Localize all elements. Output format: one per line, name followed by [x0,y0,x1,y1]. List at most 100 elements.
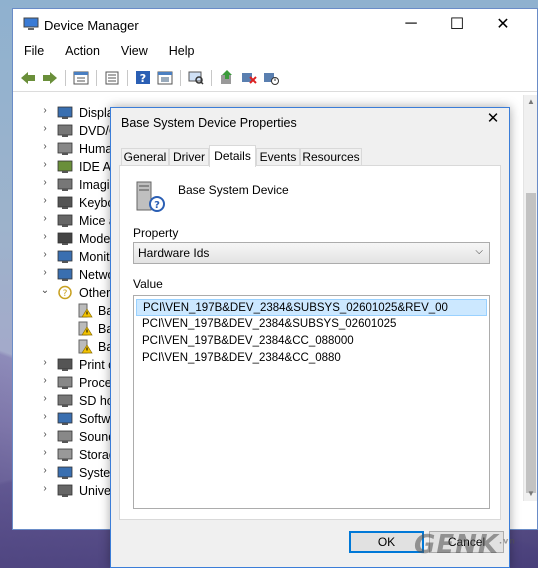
chevron-right-icon[interactable]: › [39,141,51,155]
tree-item[interactable]: Ba [13,302,121,320]
disable-icon[interactable] [262,69,280,86]
tree-item-label: SD ho [79,394,114,408]
value-list[interactable]: PCI\VEN_197B&DEV_2384&SUBSYS_02601025&RE… [133,295,490,509]
chevron-right-icon[interactable]: › [39,123,51,137]
device-category-icon [57,448,73,461]
chevron-right-icon[interactable]: › [39,411,51,425]
device-category-icon [57,232,73,245]
warning-device-icon [78,303,93,318]
menu-file[interactable]: File [13,41,54,63]
chevron-right-icon[interactable]: › [39,213,51,227]
tree-item[interactable]: › Proces [13,374,121,392]
tree-item[interactable]: › Huma [13,140,121,158]
dialog-close-button[interactable]: ✕ [481,109,505,131]
value-label: Value [133,277,163,291]
tab-details[interactable]: Details [209,145,256,167]
tree-item[interactable]: › Print c [13,356,121,374]
tree-item-label: Monit [79,250,110,264]
chevron-right-icon[interactable]: › [39,249,51,263]
tree-item[interactable]: › Monit [13,248,121,266]
chevron-right-icon[interactable]: › [39,267,51,281]
svg-text:?: ? [154,200,160,211]
menu-action[interactable]: Action [54,41,110,63]
chevron-right-icon[interactable]: › [39,195,51,209]
title-bar[interactable]: Device Manager ─ ☐ ✕ [13,9,537,41]
tree-item[interactable]: › Sound [13,428,121,446]
device-category-icon [57,214,73,227]
menu-view[interactable]: View [110,41,158,63]
tree-item[interactable]: › Netwo [13,266,121,284]
minimize-button[interactable]: ─ [388,9,434,39]
chevron-down-icon[interactable]: ⌄ [39,285,51,299]
tree-item[interactable]: ›Display adapters [13,104,121,122]
toolbar-separator [65,70,66,86]
warning-device-icon [78,321,93,336]
tree-item[interactable]: › Imagin [13,176,121,194]
chevron-right-icon[interactable]: › [39,429,51,443]
svg-text:?: ? [140,72,146,85]
property-dropdown[interactable]: Hardware Ids ⌵ [133,242,490,264]
tree-item[interactable]: › Syster [13,464,121,482]
update-driver-icon[interactable] [218,69,236,86]
device-category-icon [57,412,73,425]
list-item[interactable]: PCI\VEN_197B&DEV_2384&SUBSYS_02601025 [136,316,487,333]
chevron-right-icon[interactable]: › [39,231,51,245]
device-category-icon [57,160,73,173]
device-category-icon [57,196,73,209]
tree-item[interactable]: › Mice a [13,212,121,230]
base-system-device-icon: ? [136,181,165,212]
list-item[interactable]: PCI\VEN_197B&DEV_2384&CC_0880 [136,350,487,367]
chevron-right-icon[interactable]: › [39,375,51,389]
device-name: Base System Device [178,183,289,197]
tree-item[interactable]: › Univer [13,482,121,500]
tree-item[interactable]: › Keybo [13,194,121,212]
tree-item[interactable]: › IDE AT [13,158,121,176]
chevron-right-icon[interactable]: › [39,177,51,191]
show-hidden-icon[interactable] [156,69,174,86]
chevron-right-icon[interactable]: › [39,357,51,371]
tree-item[interactable]: › SD ho [13,392,121,410]
chevron-right-icon[interactable]: › [39,465,51,479]
properties-view-icon[interactable] [72,69,90,86]
forward-icon[interactable] [41,69,59,86]
scan-hardware-icon[interactable] [187,69,205,86]
device-category-icon [57,394,73,407]
device-category-icon [57,250,73,263]
chevron-right-icon[interactable]: › [39,105,51,119]
maximize-button[interactable]: ☐ [434,9,480,39]
vertical-scrollbar[interactable]: ▲ ▼ [523,95,537,501]
device-category-icon [57,430,73,443]
watermark-suffix: .vn [499,536,516,546]
list-item[interactable]: PCI\VEN_197B&DEV_2384&CC_088000 [136,333,487,350]
scrollbar-thumb[interactable] [526,193,536,493]
window-title: Device Manager [44,18,139,33]
device-category-icon [57,142,73,155]
tree-item[interactable]: Ba [13,338,121,356]
scroll-down-icon[interactable]: ▼ [524,487,538,501]
chevron-right-icon[interactable]: › [39,483,51,497]
close-button[interactable]: ✕ [480,9,526,39]
properties-dialog: Base System Device Properties ✕ General … [110,107,510,568]
chevron-right-icon[interactable]: › [39,447,51,461]
device-category-icon [57,124,73,137]
back-icon[interactable] [19,69,37,86]
device-manager-icon [23,17,39,30]
list-item[interactable]: PCI\VEN_197B&DEV_2384&SUBSYS_02601025&RE… [136,299,487,316]
tree-item[interactable]: ⌄? Other [13,284,121,302]
chevron-right-icon[interactable]: › [39,393,51,407]
details-icon[interactable] [103,69,121,86]
tree-item[interactable]: Ba [13,320,121,338]
menu-help[interactable]: Help [158,41,205,63]
chevron-right-icon[interactable]: › [39,159,51,173]
tree-item[interactable]: › Storag [13,446,121,464]
scroll-up-icon[interactable]: ▲ [524,95,538,109]
ok-button[interactable]: OK [349,531,424,553]
tree-item[interactable]: › DVD/C [13,122,121,140]
device-tree: ›Display adapters›DVD/C›Huma›IDE AT›Imag… [13,95,121,501]
tree-item[interactable]: › Mode [13,230,121,248]
tree-item-label: Mode [79,232,111,246]
uninstall-icon[interactable] [240,69,258,86]
tree-item[interactable]: › Softw [13,410,121,428]
svg-text:?: ? [63,289,68,299]
help-icon[interactable]: ? [134,69,152,86]
